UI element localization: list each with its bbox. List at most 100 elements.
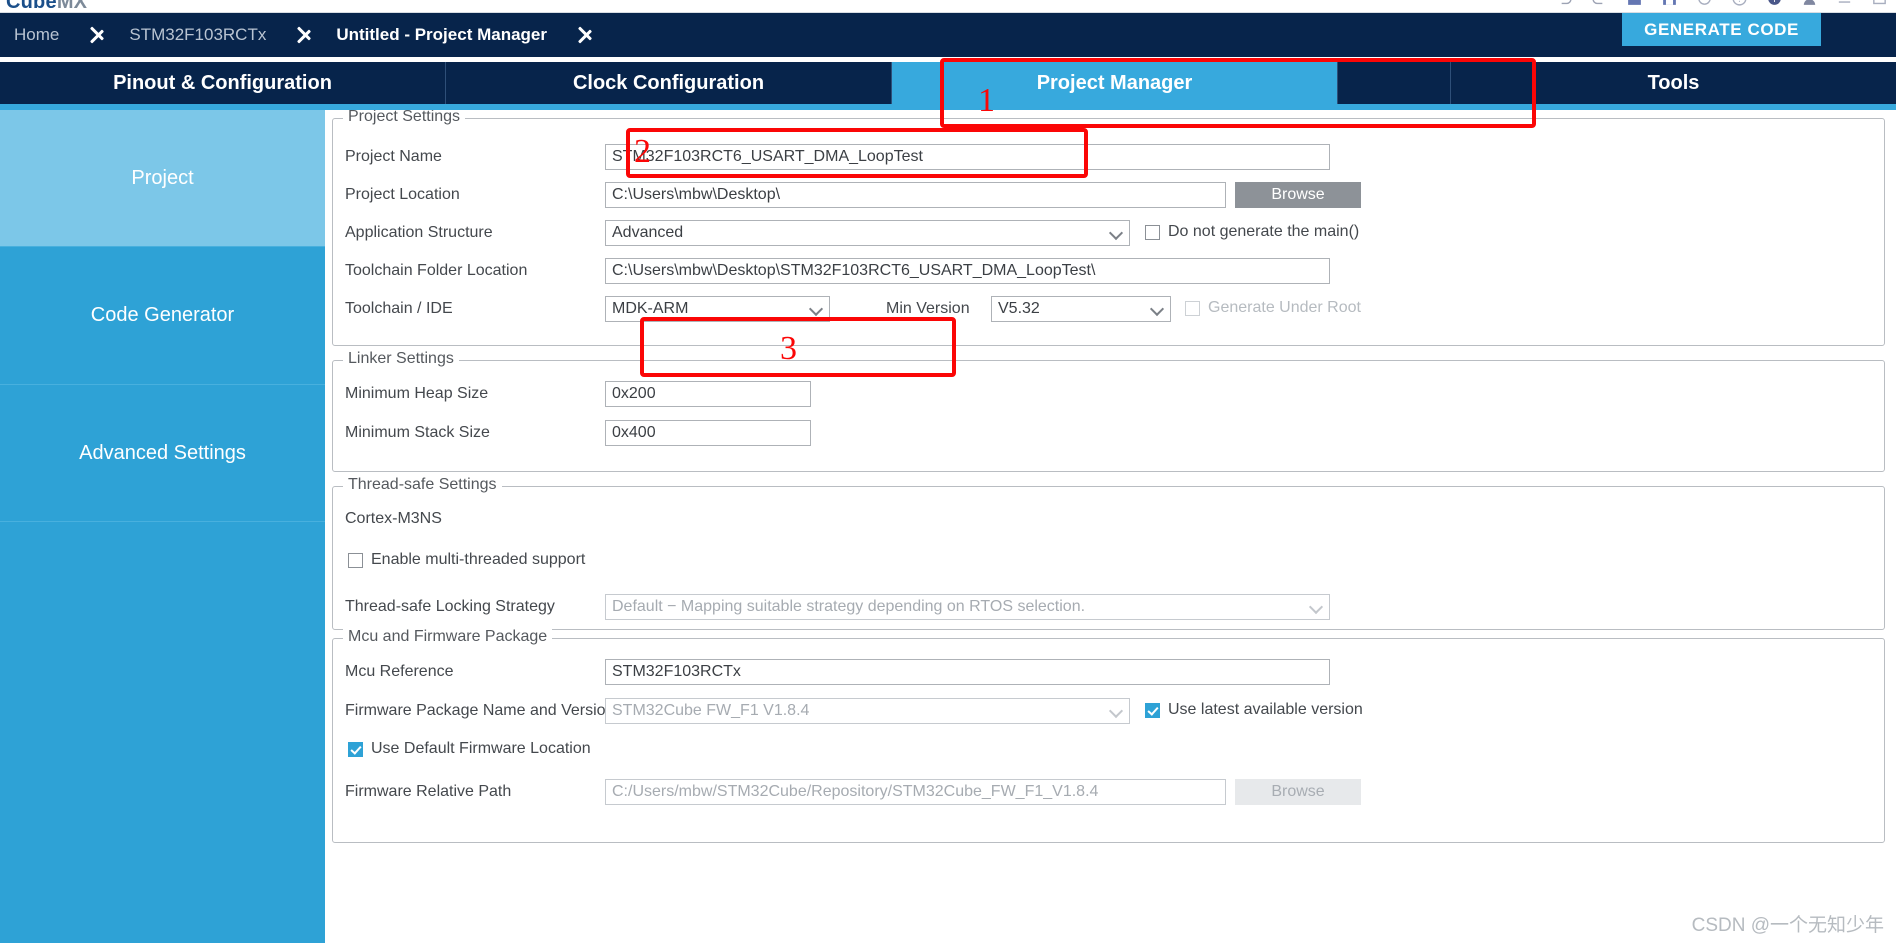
use-latest-available-version-checkbox[interactable]: Use latest available version: [1145, 701, 1363, 719]
stm32cubemx-window: CubeMX ? i Home STM32F103RCTx Untitled -…: [0, 0, 1896, 943]
group-title-project-settings: Project Settings: [343, 110, 466, 126]
chevron-down-icon: [1111, 227, 1122, 238]
label-project-location: Project Location: [345, 186, 460, 203]
project-settings-panel: Project Settings Project Name STM32F103R…: [325, 110, 1896, 943]
toolchain-folder-location-input[interactable]: C:\Users\mbw\Desktop\STM32F103RCT6_USART…: [605, 258, 1330, 284]
generate-code-button[interactable]: GENERATE CODE: [1622, 13, 1821, 46]
sidebar-item-label: Advanced Settings: [79, 441, 246, 464]
min-version-select[interactable]: V5.32: [991, 296, 1171, 322]
toolbar-icon-group: ? i: [1556, 0, 1888, 7]
svg-text:i: i: [1773, 0, 1775, 4]
sidebar-item-label: Project: [131, 166, 194, 189]
maximize-icon[interactable]: [1871, 0, 1888, 7]
sidebar-item-project[interactable]: Project: [0, 110, 325, 247]
window-toolbar: CubeMX ? i: [0, 0, 1896, 13]
checkbox-box: [1145, 702, 1160, 718]
group-title-thread-safe-settings: Thread-safe Settings: [343, 476, 502, 494]
enable-multi-threaded-support-checkbox[interactable]: Enable multi-threaded support: [348, 551, 585, 569]
sidebar-item-label: Code Generator: [90, 304, 235, 326]
mcu-reference-input[interactable]: STM32F103RCTx: [605, 659, 1330, 685]
toolchain-ide-value: MDK-ARM: [612, 300, 689, 317]
breadcrumb-bar: Home STM32F103RCTx Untitled - Project Ma…: [0, 13, 1896, 57]
core-name-label: Cortex-M3NS: [345, 510, 442, 527]
generate-under-root-label: Generate Under Root: [1208, 299, 1361, 316]
firmware-relative-path-input[interactable]: C:/Users/mbw/STM32Cube/Repository/STM32C…: [605, 779, 1226, 805]
label-project-name: Project Name: [345, 148, 442, 165]
tab-pinout-configuration[interactable]: Pinout & Configuration: [0, 62, 446, 104]
use-default-firmware-location-label: Use Default Firmware Location: [371, 740, 591, 757]
power-icon[interactable]: [1696, 0, 1713, 7]
chevron-down-icon: [1152, 303, 1163, 314]
breadcrumb-label: STM32F103RCTx: [129, 25, 267, 44]
tab-project-manager[interactable]: Project Manager: [892, 62, 1338, 104]
breadcrumb-label: Home: [14, 25, 60, 44]
label-toolchain-ide: Toolchain / IDE: [345, 300, 453, 317]
checkbox-box: [348, 741, 363, 757]
thread-safe-locking-strategy-value: Default − Mapping suitable strategy depe…: [612, 598, 1086, 615]
label-minimum-heap-size: Minimum Heap Size: [345, 385, 489, 402]
breadcrumb-item-project-manager[interactable]: Untitled - Project Manager: [322, 13, 577, 57]
save-icon[interactable]: [1626, 0, 1643, 7]
group-title-linker-settings: Linker Settings: [343, 350, 459, 368]
help-icon[interactable]: ?: [1731, 0, 1748, 7]
group-linker-settings: Linker Settings Minimum Heap Size 0x200 …: [332, 350, 1885, 472]
breadcrumb: Home STM32F103RCTx Untitled - Project Ma…: [0, 13, 603, 57]
breadcrumb-item-mcu[interactable]: STM32F103RCTx: [115, 13, 296, 57]
thread-safe-locking-strategy-select[interactable]: Default − Mapping suitable strategy depe…: [605, 594, 1330, 620]
use-latest-available-version-label: Use latest available version: [1168, 701, 1363, 718]
sidebar-item-code-generator[interactable]: Code Generator: [0, 247, 325, 385]
firmware-package-select[interactable]: STM32Cube FW_F1 V1.8.4: [605, 698, 1130, 724]
chevron-right-icon: [89, 13, 115, 57]
generate-under-root-checkbox[interactable]: Generate Under Root: [1185, 299, 1361, 317]
label-application-structure: Application Structure: [345, 224, 493, 241]
minimum-heap-size-input[interactable]: 0x200: [605, 381, 811, 407]
cubemx-logo: CubeMX: [6, 0, 88, 13]
sidebar-empty-area: [0, 522, 325, 943]
min-version-value: V5.32: [998, 300, 1040, 317]
project-location-browse-button[interactable]: Browse: [1235, 182, 1361, 208]
group-thread-safe-settings: Thread-safe Settings Cortex-M3NS Enable …: [332, 476, 1885, 630]
info-icon[interactable]: i: [1766, 0, 1783, 7]
breadcrumb-label: Untitled - Project Manager: [336, 25, 547, 44]
group-mcu-firmware-package: Mcu and Firmware Package Mcu Reference S…: [332, 628, 1885, 843]
label-thread-safe-locking-strategy: Thread-safe Locking Strategy: [345, 598, 555, 615]
main-tab-bar: Pinout & Configuration Clock Configurati…: [0, 62, 1896, 104]
save-as-icon[interactable]: [1661, 0, 1678, 7]
tab-clock-configuration[interactable]: Clock Configuration: [446, 62, 892, 104]
chevron-down-icon: [1311, 601, 1322, 612]
do-not-generate-main-checkbox[interactable]: Do not generate the main(): [1145, 223, 1359, 241]
checkbox-box: [1145, 224, 1160, 240]
label-firmware-relative-path: Firmware Relative Path: [345, 783, 512, 800]
use-default-firmware-location-checkbox[interactable]: Use Default Firmware Location: [348, 740, 591, 758]
watermark: CSDN @一个无知少年: [1691, 915, 1884, 936]
firmware-package-value: STM32Cube FW_F1 V1.8.4: [612, 702, 810, 719]
minimum-stack-size-input[interactable]: 0x400: [605, 420, 811, 446]
label-toolchain-folder-location: Toolchain Folder Location: [345, 262, 528, 279]
label-min-version: Min Version: [886, 300, 970, 317]
project-location-input[interactable]: C:\Users\mbw\Desktop\: [605, 182, 1226, 208]
chevron-right-icon: [577, 13, 603, 57]
project-name-input[interactable]: STM32F103RCT6_USART_DMA_LoopTest: [605, 144, 1330, 170]
project-manager-sidebar: Project Code Generator Advanced Settings: [0, 110, 325, 943]
undo-icon[interactable]: [1556, 0, 1573, 7]
chevron-down-icon: [1111, 705, 1122, 716]
application-structure-select[interactable]: Advanced: [605, 220, 1130, 246]
user-icon[interactable]: [1801, 0, 1818, 7]
label-firmware-package: Firmware Package Name and Version: [345, 702, 615, 719]
svg-text:?: ?: [1737, 0, 1742, 4]
firmware-relative-path-browse-button[interactable]: Browse: [1235, 779, 1361, 805]
tab-tools[interactable]: Tools: [1451, 62, 1896, 104]
group-title-mcu-firmware-package: Mcu and Firmware Package: [343, 628, 553, 646]
do-not-generate-main-label: Do not generate the main(): [1168, 223, 1360, 240]
toolchain-ide-select[interactable]: MDK-ARM: [605, 296, 830, 322]
sidebar-item-advanced-settings[interactable]: Advanced Settings: [0, 385, 325, 522]
breadcrumb-item-home[interactable]: Home: [0, 13, 89, 57]
label-mcu-reference: Mcu Reference: [345, 663, 454, 680]
group-project-settings: Project Settings Project Name STM32F103R…: [332, 110, 1885, 346]
checkbox-box: [1185, 300, 1200, 316]
minimize-icon[interactable]: [1836, 0, 1853, 7]
redo-icon[interactable]: [1591, 0, 1608, 7]
application-structure-value: Advanced: [612, 224, 684, 241]
chevron-right-icon: [296, 13, 322, 57]
checkbox-box: [348, 552, 363, 568]
